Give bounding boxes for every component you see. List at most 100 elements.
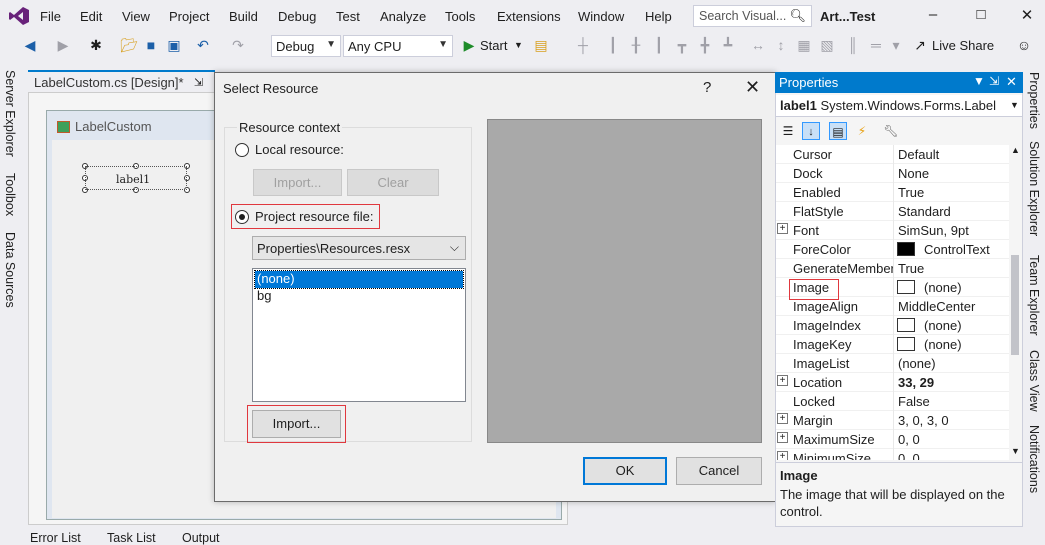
search-box[interactable]: Search Visual... 🔍︎ <box>693 5 812 27</box>
expand-icon[interactable]: + <box>777 432 788 443</box>
close-window-icon[interactable]: ✕ <box>1014 6 1040 24</box>
back-icon[interactable]: ◀ <box>22 37 38 53</box>
property-row[interactable]: Locked False <box>776 392 1009 411</box>
local-resource-label[interactable]: Local resource: <box>255 142 344 157</box>
toolbar-overflow-icon[interactable]: ▾ <box>888 37 904 53</box>
alphabetical-icon[interactable]: ↓ <box>802 122 820 140</box>
make-same-size-icon[interactable]: ▧ <box>819 37 835 53</box>
scroll-up-icon[interactable]: ▲ <box>1011 145 1020 155</box>
align-top-icon[interactable]: ┳ <box>674 37 690 53</box>
help-button[interactable]: ? <box>703 79 711 96</box>
scroll-down-icon[interactable]: ▼ <box>1011 446 1020 456</box>
align-grid-icon[interactable]: ┼ <box>575 37 591 53</box>
scrollbar-thumb[interactable] <box>1011 255 1019 355</box>
vertical-spacing-icon[interactable]: ═ <box>868 37 884 53</box>
property-row[interactable]: Dock None <box>776 164 1009 183</box>
menu-window[interactable]: Window <box>578 9 624 24</box>
categorized-icon[interactable]: ☰ <box>779 122 797 140</box>
platform-dropdown[interactable]: Any CPU ▼ <box>343 35 453 57</box>
feedback-icon[interactable]: ☺ <box>1016 37 1032 53</box>
project-resource-label[interactable]: Project resource file: <box>255 209 374 224</box>
tab-error-list[interactable]: Error List <box>30 531 81 545</box>
property-row[interactable]: + Margin 3, 0, 3, 0 <box>776 411 1009 430</box>
list-item[interactable]: (none) <box>254 270 464 289</box>
undo-icon[interactable]: ↶ <box>195 37 211 53</box>
maximize-icon[interactable]: □ <box>968 6 994 23</box>
ok-button[interactable]: OK <box>583 457 667 485</box>
tab-team-explorer[interactable]: Team Explorer <box>1027 255 1041 336</box>
pin-icon[interactable]: ⇲ <box>989 74 999 88</box>
close-icon[interactable]: ✕ <box>1006 74 1017 90</box>
menu-help[interactable]: Help <box>645 9 672 24</box>
menu-tools[interactable]: Tools <box>445 9 475 24</box>
menu-view[interactable]: View <box>122 9 150 24</box>
tab-output[interactable]: Output <box>182 531 220 545</box>
document-tab[interactable]: LabelCustom.cs [Design]* ⇲ <box>28 70 215 92</box>
redo-icon[interactable]: ↷ <box>230 37 246 53</box>
resource-list[interactable]: (none) bg <box>252 268 466 402</box>
align-bottom-icon[interactable]: ┻ <box>720 37 736 53</box>
cancel-button[interactable]: Cancel <box>676 457 762 485</box>
size-to-grid-icon[interactable]: ▦ <box>796 37 812 53</box>
tab-properties[interactable]: Properties <box>1027 72 1041 129</box>
properties-view-icon[interactable]: ▤ <box>829 122 847 140</box>
property-row[interactable]: FlatStyle Standard <box>776 202 1009 221</box>
make-same-width-icon[interactable]: ↔ <box>750 37 766 53</box>
make-same-height-icon[interactable]: ↕ <box>773 37 789 53</box>
property-row[interactable]: Enabled True <box>776 183 1009 202</box>
menu-build[interactable]: Build <box>229 9 258 24</box>
menu-debug[interactable]: Debug <box>278 9 316 24</box>
align-center-icon[interactable]: ╂ <box>628 37 644 53</box>
property-row[interactable]: ImageIndex (none) <box>776 316 1009 335</box>
menu-extensions[interactable]: Extensions <box>497 9 561 24</box>
menu-project[interactable]: Project <box>169 9 209 24</box>
start-button[interactable]: Start <box>480 38 507 53</box>
property-row[interactable]: ForeColor ControlText <box>776 240 1009 259</box>
menu-edit[interactable]: Edit <box>80 9 102 24</box>
configuration-dropdown[interactable]: Debug ▼ <box>271 35 341 57</box>
menu-test[interactable]: Test <box>336 9 360 24</box>
close-icon[interactable]: ✕ <box>745 77 760 98</box>
chevron-down-icon[interactable]: ▼ <box>514 40 523 50</box>
live-share-icon[interactable]: ↗ <box>912 37 928 53</box>
property-row[interactable]: + Font SimSun, 9pt <box>776 221 1009 240</box>
clear-button[interactable]: Clear <box>347 169 439 196</box>
open-file-icon[interactable]: 📂︎ <box>120 37 138 53</box>
minimize-icon[interactable]: – <box>920 6 946 23</box>
tab-server-explorer[interactable]: Server Explorer <box>3 70 17 157</box>
expand-icon[interactable]: + <box>777 223 788 234</box>
import-project-button[interactable]: Import... <box>252 410 341 438</box>
property-pages-icon[interactable]: 🔧︎ <box>882 122 900 140</box>
property-row[interactable]: ImageKey (none) <box>776 335 1009 354</box>
list-item[interactable]: bg <box>255 288 463 305</box>
start-icon[interactable]: ▶ <box>461 37 477 53</box>
tab-notifications[interactable]: Notifications <box>1027 425 1041 493</box>
live-share-button[interactable]: Live Share <box>932 38 994 53</box>
resource-file-dropdown[interactable]: Properties\Resources.resx ⌵ <box>252 236 466 260</box>
tab-data-sources[interactable]: Data Sources <box>3 232 17 308</box>
property-row[interactable]: + MinimumSize 0, 0 <box>776 449 1009 460</box>
save-icon[interactable]: ■ <box>143 37 159 53</box>
tab-task-list[interactable]: Task List <box>107 531 156 545</box>
property-row[interactable]: Cursor Default <box>776 145 1009 164</box>
forward-icon[interactable]: ▶ <box>55 37 71 53</box>
menu-analyze[interactable]: Analyze <box>380 9 426 24</box>
property-row[interactable]: + MaximumSize 0, 0 <box>776 430 1009 449</box>
align-left-icon[interactable]: ┃ <box>605 37 621 53</box>
attach-icon[interactable]: ▤ <box>533 37 549 53</box>
save-all-icon[interactable]: ▣ <box>166 37 182 53</box>
expand-icon[interactable]: + <box>777 413 788 424</box>
local-resource-radio[interactable] <box>235 143 249 157</box>
property-row[interactable]: ImageList (none) <box>776 354 1009 373</box>
tab-solution-explorer[interactable]: Solution Explorer <box>1027 141 1041 236</box>
expand-icon[interactable]: + <box>777 451 788 460</box>
property-row[interactable]: + Location 33, 29 <box>776 373 1009 392</box>
events-icon[interactable]: ⚡ <box>853 122 871 140</box>
align-middle-icon[interactable]: ╋ <box>697 37 713 53</box>
horizontal-spacing-icon[interactable]: ║ <box>845 37 861 53</box>
expand-icon[interactable]: + <box>777 375 788 386</box>
menu-file[interactable]: File <box>40 9 61 24</box>
new-project-icon[interactable]: ✱ <box>88 37 104 53</box>
import-local-button[interactable]: Import... <box>253 169 342 196</box>
pin-icon[interactable]: ⇲ <box>194 76 203 89</box>
